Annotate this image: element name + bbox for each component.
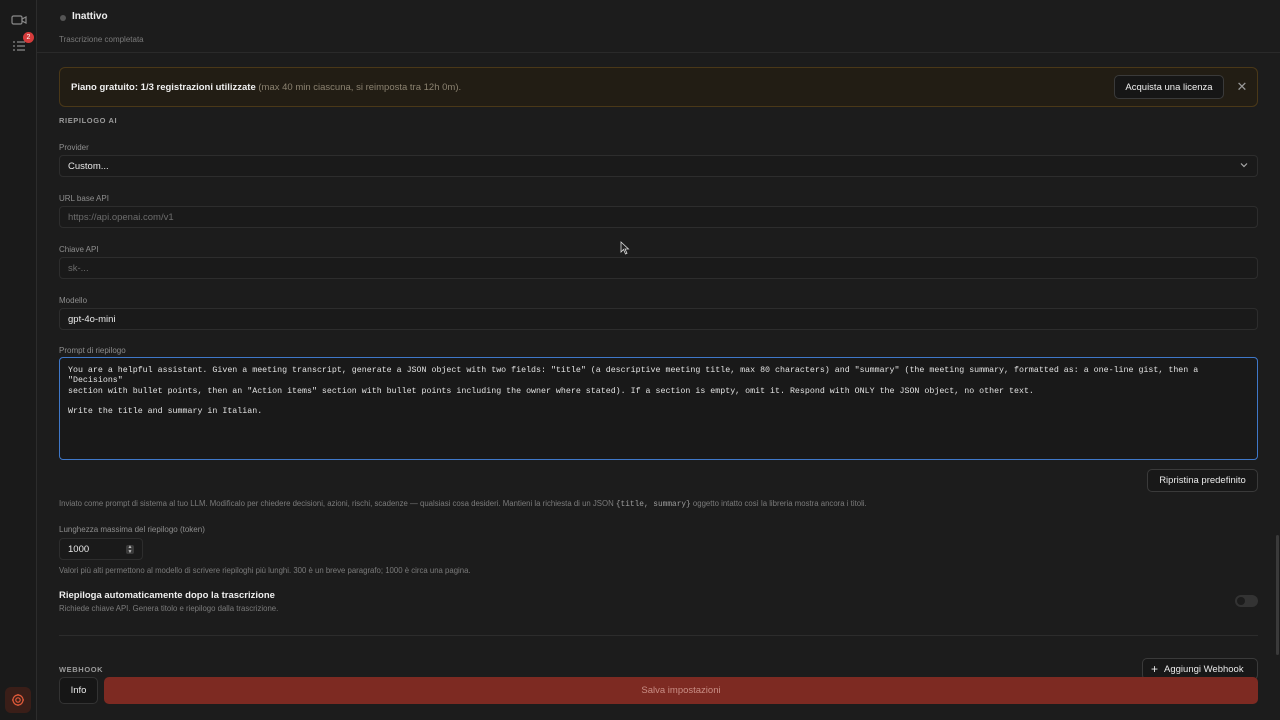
prompt-help-part-2: oggetto intatto così la libreria mostra … — [690, 499, 867, 508]
prompt-help-code: {title, summary} — [615, 501, 691, 509]
prompt-help-part-1: Inviato come prompt di sistema al tuo LL… — [59, 499, 616, 508]
provider-label: Provider — [59, 143, 89, 152]
mouse-cursor-icon — [620, 241, 630, 255]
base-url-input[interactable]: https://api.openai.com/v1 — [59, 206, 1258, 228]
prompt-textarea[interactable]: You are a helpful assistant. Given a mee… — [59, 357, 1258, 460]
status-label: Inattivo — [72, 11, 108, 22]
provider-value: Custom... — [68, 161, 109, 172]
auto-summary-title: Riepiloga automaticamente dopo la trascr… — [59, 590, 275, 601]
prompt-help-text: Inviato come prompt di sistema al tuo LL… — [59, 499, 867, 509]
settings-panel: Inattivo Trascrizione completata Piano g… — [37, 0, 1280, 720]
api-key-input[interactable]: sk-... — [59, 257, 1258, 279]
plan-usage-text: Piano gratuito: 1/3 registrazioni utiliz… — [71, 82, 256, 93]
stepper-arrows-icon[interactable]: ▲ ▼ — [126, 545, 134, 554]
left-rail: 2 — [0, 0, 37, 720]
app-window: 2 Inattivo Trascrizione completata Piano… — [0, 0, 1280, 720]
plan-limit-text: (max 40 min ciascuna, si reimposta tra 1… — [255, 82, 462, 93]
status-subtitle: Trascrizione completata — [59, 35, 144, 44]
plus-icon: + — [1151, 662, 1159, 676]
chevron-down-icon — [1239, 160, 1249, 173]
video-camera-icon[interactable] — [10, 11, 28, 29]
prompt-label: Prompt di riepilogo — [59, 346, 126, 355]
status-indicator — [60, 15, 66, 21]
ai-summary-section-title: RIEPILOGO AI — [59, 116, 118, 125]
notification-badge: 2 — [23, 32, 34, 43]
auto-summary-help: Richiede chiave API. Genera titolo e rie… — [59, 604, 279, 613]
plan-banner-text: Piano gratuito: 1/3 registrazioni utiliz… — [71, 82, 461, 93]
model-label: Modello — [59, 296, 88, 305]
provider-select[interactable]: Custom... — [59, 155, 1258, 177]
info-button[interactable]: Info — [59, 677, 98, 704]
reset-default-button[interactable]: Ripristina predefinito — [1147, 469, 1258, 492]
webhook-section-title: WEBHOOK — [59, 665, 104, 674]
footer-bar: Info Salva impostazioni — [59, 677, 1258, 704]
max-tokens-label: Lunghezza massima del riepilogo (token) — [59, 525, 205, 534]
auto-summary-toggle[interactable] — [1235, 595, 1258, 607]
settings-gear-icon[interactable] — [5, 687, 31, 713]
max-tokens-stepper[interactable]: 1000 ▲ ▼ — [59, 538, 143, 560]
max-tokens-help: Valori più alti permettono al modello di… — [59, 566, 471, 575]
add-webhook-label: Aggiungi Webhook — [1164, 663, 1244, 675]
status-header: Inattivo Trascrizione completata — [37, 0, 1280, 53]
scrollbar-thumb[interactable] — [1276, 535, 1279, 655]
plan-banner: Piano gratuito: 1/3 registrazioni utiliz… — [59, 67, 1258, 107]
api-key-label: Chiave API — [59, 245, 99, 254]
close-icon[interactable]: ✕ — [1233, 77, 1251, 97]
model-input[interactable]: gpt-4o-mini — [59, 308, 1258, 330]
base-url-label: URL base API — [59, 194, 109, 203]
save-settings-button[interactable]: Salva impostazioni — [104, 677, 1258, 704]
buy-license-button[interactable]: Acquista una licenza — [1114, 75, 1224, 99]
section-divider — [59, 635, 1258, 636]
max-tokens-value: 1000 — [68, 544, 90, 555]
toggle-knob — [1237, 597, 1245, 605]
